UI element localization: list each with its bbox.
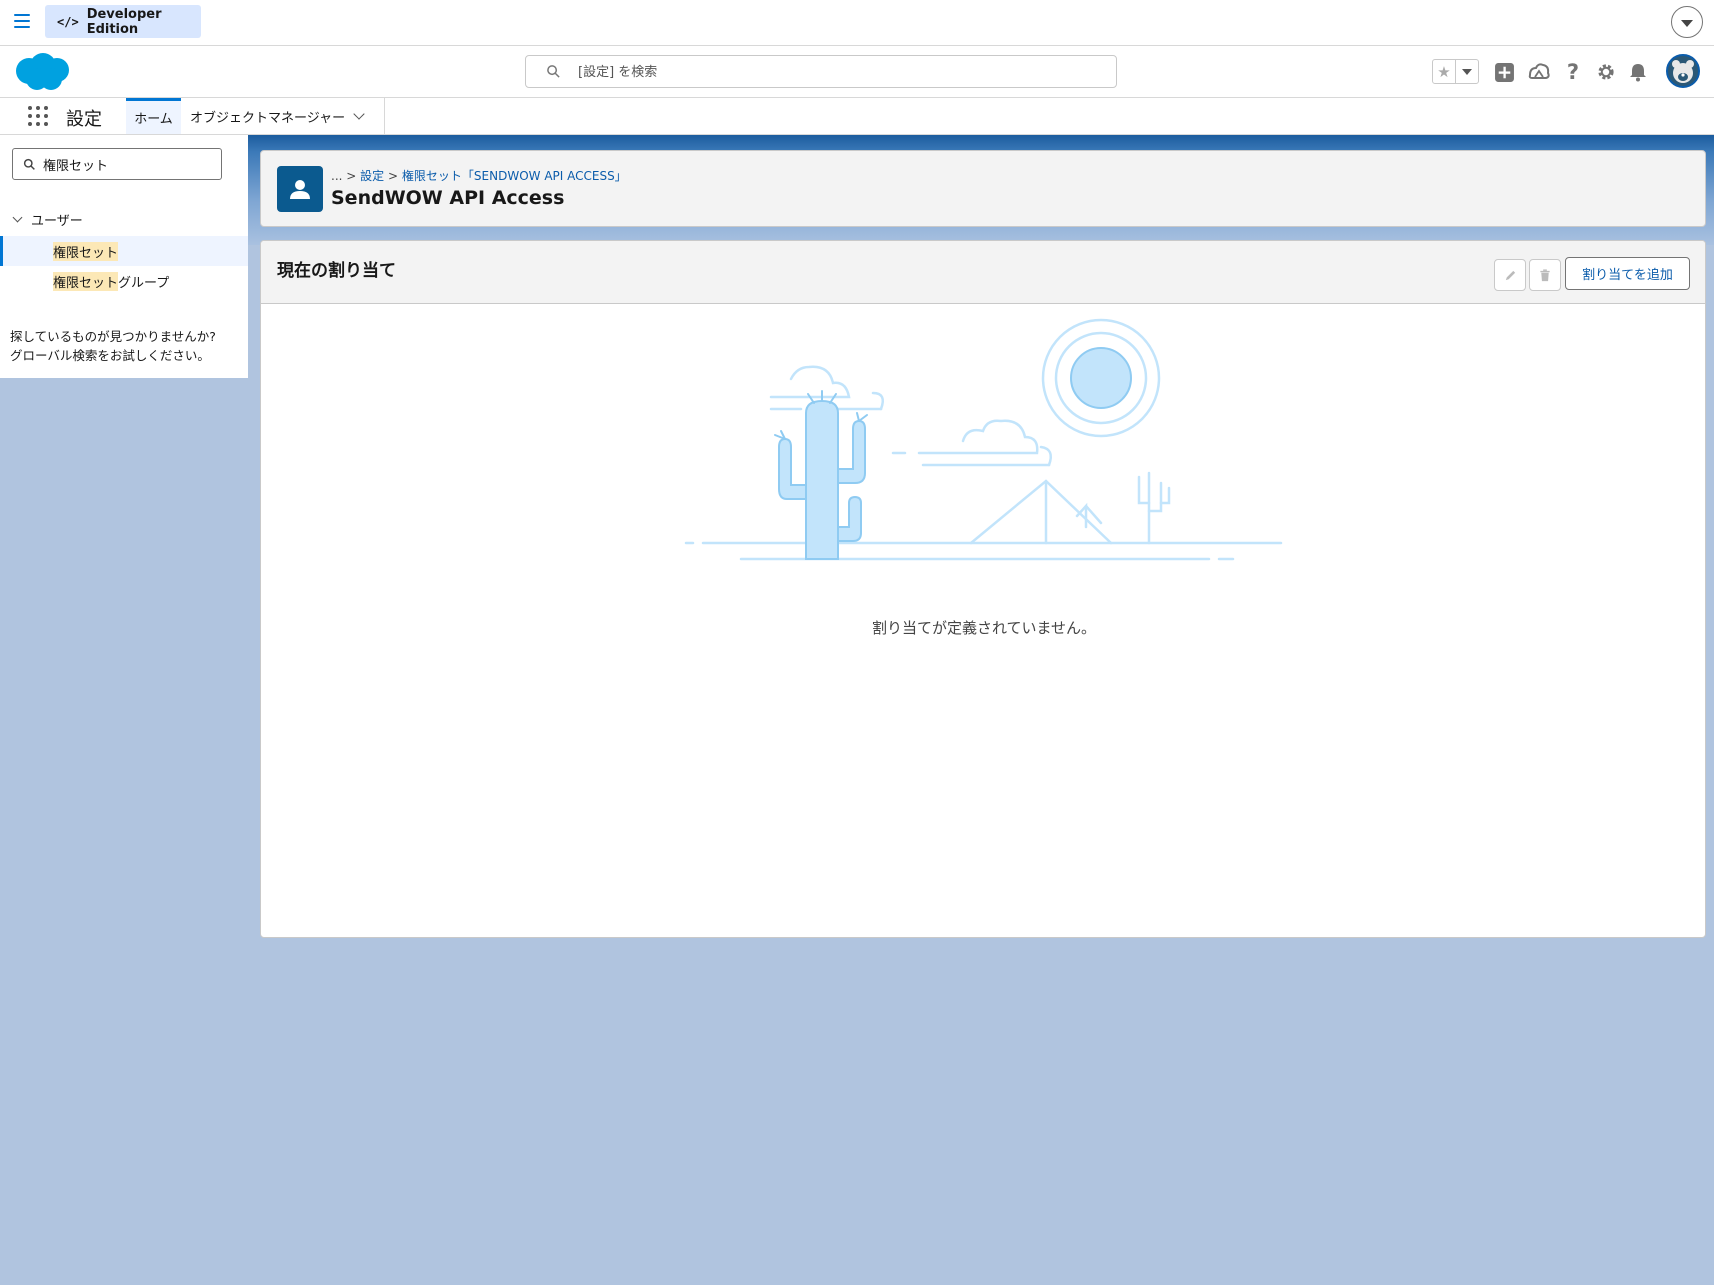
- global-header: ★ ?: [0, 46, 1714, 97]
- page-header: ... > 設定 > 権限セット「SENDWOW API ACCESS」 Sen…: [260, 150, 1706, 227]
- breadcrumb-permission-set[interactable]: 権限セット「SENDWOW API ACCESS」: [402, 169, 627, 183]
- assignments-card: 現在の割り当て 割り当てを追加 割り当てが定義されていません。: [260, 240, 1706, 938]
- trash-icon: [1540, 268, 1550, 281]
- desert-illustration: [684, 318, 1283, 561]
- global-search[interactable]: [525, 55, 1117, 88]
- developer-edition-label: Developer Edition: [86, 6, 162, 37]
- tab-home-label: ホーム: [134, 112, 173, 127]
- sidebar-item-label-rest: グループ: [118, 275, 170, 291]
- chevron-down-icon[interactable]: [12, 212, 23, 223]
- trailhead-icon[interactable]: [1526, 59, 1552, 85]
- add-icon[interactable]: [1491, 59, 1517, 85]
- tree-parent-users[interactable]: ユーザー: [12, 210, 83, 229]
- avatar[interactable]: [1666, 54, 1700, 88]
- bell-icon[interactable]: [1625, 59, 1651, 85]
- tree-parent-label: ユーザー: [31, 214, 83, 229]
- pencil-icon: [1505, 270, 1515, 280]
- quick-find[interactable]: [12, 148, 222, 180]
- delete-button[interactable]: [1529, 259, 1561, 291]
- not-found-hint: 探しているものが見つかりませんか? グローバル検索をお試しください。: [10, 327, 245, 365]
- app-navigation: 設定 ホーム オブジェクトマネージャー: [0, 97, 1714, 135]
- search-icon: [23, 158, 35, 170]
- chevron-down-icon[interactable]: [1671, 6, 1703, 38]
- favorites-dropdown-icon[interactable]: [1456, 60, 1478, 83]
- tab-object-manager-label: オブジェクトマネージャー: [190, 110, 346, 126]
- developer-bar: </> Developer Edition: [0, 0, 1714, 46]
- favorites-star-icon[interactable]: ★: [1433, 60, 1456, 83]
- app-name: 設定: [66, 109, 102, 130]
- tab-object-manager[interactable]: オブジェクトマネージャー: [181, 98, 385, 134]
- edit-button[interactable]: [1494, 259, 1526, 291]
- gear-icon[interactable]: [1593, 59, 1619, 85]
- sidebar-item-label: 権限セット: [53, 271, 119, 291]
- developer-edition-badge[interactable]: </> Developer Edition: [45, 5, 201, 38]
- card-header: 現在の割り当て 割り当てを追加: [261, 241, 1705, 304]
- quick-find-input[interactable]: [43, 154, 213, 174]
- user-icon: [277, 166, 323, 212]
- global-search-input[interactable]: [578, 62, 1098, 82]
- sidebar-item-permission-sets[interactable]: 権限セット: [0, 236, 248, 266]
- code-icon: </>: [57, 14, 79, 29]
- app-launcher-icon[interactable]: [28, 106, 48, 126]
- search-icon: [547, 65, 560, 78]
- sidebar-item-permission-set-groups[interactable]: 権限セット グループ: [0, 266, 248, 296]
- favorites-button[interactable]: ★: [1432, 59, 1479, 84]
- breadcrumb-setup[interactable]: 設定: [360, 169, 384, 183]
- breadcrumb: ... > 設定 > 権限セット「SENDWOW API ACCESS」: [331, 167, 627, 184]
- tab-home[interactable]: ホーム: [126, 98, 181, 134]
- page-title: SendWOW API Access: [331, 187, 565, 209]
- setup-sidebar: ユーザー 権限セット 権限セットグループ 探しているものが見つかりませんか? グ…: [0, 135, 248, 378]
- not-found-line-2: グローバル検索をお試しください。: [10, 348, 210, 363]
- chevron-down-icon[interactable]: [353, 108, 365, 120]
- not-found-line-1: 探しているものが見つかりませんか?: [10, 329, 216, 344]
- help-icon[interactable]: ?: [1560, 59, 1586, 85]
- card-title: 現在の割り当て: [277, 261, 396, 281]
- empty-state-message: 割り当てが定義されていません。: [871, 619, 1097, 637]
- breadcrumb-separator: >: [346, 169, 357, 183]
- sidebar-item-label: 権限セット: [53, 241, 119, 261]
- breadcrumb-separator: >: [388, 169, 399, 183]
- breadcrumb-ellipsis[interactable]: ...: [331, 169, 342, 183]
- menu-icon[interactable]: [14, 14, 30, 30]
- add-assignment-button[interactable]: 割り当てを追加: [1565, 257, 1690, 290]
- salesforce-logo[interactable]: [13, 51, 73, 97]
